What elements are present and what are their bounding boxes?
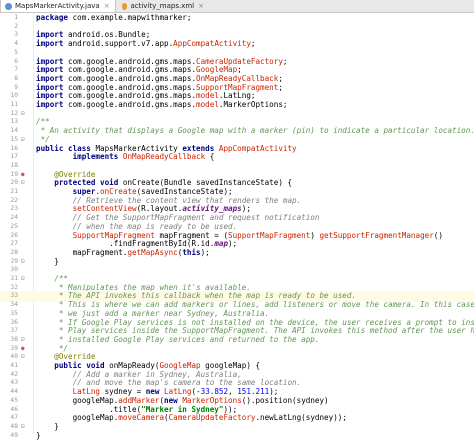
close-icon[interactable]: ×	[198, 2, 204, 10]
code-token: package	[36, 13, 73, 22]
code-token: ;	[250, 39, 256, 49]
code-token: CameraUpdateFactory	[168, 413, 256, 423]
java-class-icon	[5, 2, 12, 10]
code-token: * installed Google Play services and ret…	[36, 334, 320, 344]
code-token: implements	[36, 152, 123, 162]
code-token: .MarkerOptions;	[218, 100, 288, 109]
code-token: }	[36, 430, 41, 440]
code-token: android.support.v7.app.	[68, 39, 174, 49]
tab-activity-maps-xml[interactable]: activity_maps.xml ×	[118, 0, 208, 12]
code-token: ()	[433, 230, 443, 240]
code-token: );	[200, 247, 210, 257]
line-number: 49	[10, 431, 18, 439]
code-token: this	[182, 247, 201, 257]
code-line[interactable]: 49}	[0, 431, 474, 442]
code-token: map	[214, 239, 229, 249]
code-token: AppCompatActivity	[218, 143, 297, 153]
code-token: );	[228, 239, 238, 249]
xml-file-icon	[122, 2, 128, 10]
tab-mapsmarkeractivity[interactable]: MapsMarkerActivity.java ×	[0, 0, 116, 12]
code-token: ;	[282, 56, 288, 66]
code-token: model	[196, 100, 219, 109]
tab-label: activity_maps.xml	[130, 2, 195, 10]
code-token: com.example.mapwithmarker;	[72, 13, 192, 22]
code-text: }	[36, 430, 41, 441]
code-token: AppCompatActivity	[173, 39, 251, 49]
code-token: getMapAsync	[127, 247, 178, 257]
code-token: import	[36, 39, 69, 49]
code-token: getSupportFragmentManager	[319, 230, 434, 240]
code-token: }	[36, 256, 59, 266]
code-token: import	[36, 100, 69, 109]
code-token: ().position(sydney)	[241, 395, 329, 405]
code-token: com.google.android.gms.maps.	[68, 100, 197, 109]
code-token: OnMapReadyCallback	[122, 152, 206, 162]
code-token: SupportMapFragment	[228, 230, 311, 240]
tab-label: MapsMarkerActivity.java	[15, 2, 100, 10]
code-editor[interactable]: 1 package com.example.mapwithmarker; 2 3 imp…	[0, 13, 474, 440]
code-token: ;	[278, 82, 283, 92]
code-token: * An activity that displays a Google map…	[36, 126, 474, 136]
code-token: .newLatLng(sydney));	[255, 413, 347, 423]
close-icon[interactable]: ×	[104, 2, 110, 10]
code-token: moveCamera	[118, 413, 165, 423]
code-token: {	[205, 152, 215, 162]
